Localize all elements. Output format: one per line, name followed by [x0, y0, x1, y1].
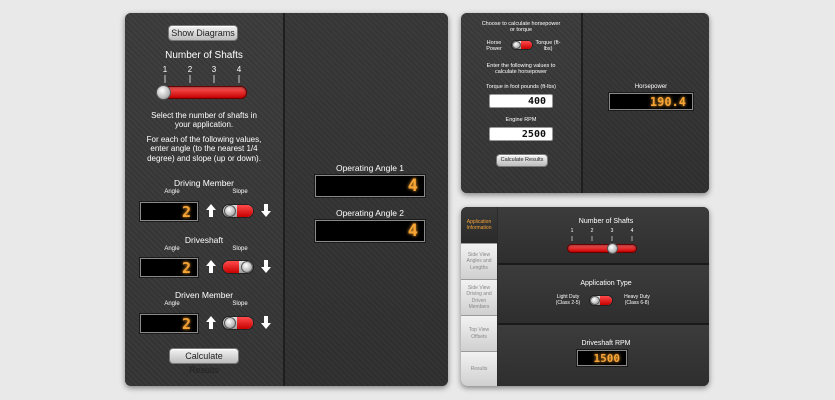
engine-rpm-label: Engine RPM: [505, 117, 537, 123]
toggle-fill: [237, 317, 253, 329]
torque-input[interactable]: 400: [489, 94, 553, 108]
show-diagrams-label: Show Diagrams: [171, 28, 235, 38]
tab-results[interactable]: Results: [461, 352, 497, 386]
shaft-tick-4: 4: [236, 65, 242, 74]
hp-torque-toggle[interactable]: [511, 40, 533, 50]
horse-power-option-label: Horse Power: [486, 40, 502, 53]
driveshaft-slope-label: Slope: [232, 246, 248, 252]
operating-angle-1-display: 4: [315, 175, 425, 197]
enter-values-text: Enter the following values to calculate …: [486, 63, 556, 76]
driven-member-title: Driven Member: [174, 290, 234, 300]
slope-up-arrow-icon[interactable]: [206, 316, 216, 329]
hp-calculate-label: Calculate Results: [500, 157, 544, 163]
tab-shafts-title: Number of Shafts: [578, 218, 634, 225]
driveshaft-title: Driveshaft: [184, 235, 224, 245]
slope-up-arrow-icon[interactable]: [206, 204, 216, 217]
main-calculator-panel: Show Diagrams Number of Shafts 1 2 3 4 S…: [125, 13, 448, 386]
tab-application-information[interactable]: Application Information: [461, 207, 497, 244]
toggle-fill: [521, 41, 532, 49]
shaft-tick-marks: [164, 75, 240, 83]
horsepower-result-label: Horsepower: [634, 84, 668, 90]
application-type-title: Application Type: [580, 280, 632, 287]
torque-option-label: Torque (ft-lbs): [535, 40, 561, 53]
driven-member-slope-label: Slope: [232, 301, 248, 307]
driveshaft-rpm-title: Driveshaft RPM: [581, 340, 631, 347]
driveshaft-rpm-display[interactable]: 1500: [577, 350, 627, 366]
number-of-shafts-title: Number of Shafts: [165, 50, 243, 61]
engine-rpm-input[interactable]: 2500: [489, 127, 553, 141]
shaft-tick-2: 2: [187, 65, 193, 74]
tab-shaft-tick-1: 1: [570, 228, 574, 234]
shafts-slider-knob[interactable]: [156, 85, 171, 100]
horsepower-calculator-panel: Choose to calculate horsepower or torque…: [461, 13, 709, 193]
slope-up-arrow-icon[interactable]: [206, 260, 216, 273]
tab-shaft-tick-2: 2: [590, 228, 594, 234]
choose-calc-text: Choose to calculate horsepower or torque: [481, 21, 561, 34]
driven-member-angle-display[interactable]: 2: [140, 314, 198, 333]
toggle-knob: [512, 41, 521, 49]
shaft-tick-1: 1: [162, 65, 168, 74]
application-tabbed-panel: Application Information Side View Angles…: [461, 207, 709, 386]
tab-shafts-slider[interactable]: [567, 244, 637, 253]
toggle-fill: [223, 261, 239, 273]
show-diagrams-button[interactable]: Show Diagrams: [168, 25, 238, 41]
driven-member-angle-label: Angle: [164, 301, 180, 307]
driving-member-slope-toggle[interactable]: [222, 204, 254, 218]
tab-top-view-offsets[interactable]: Top View Offsets: [461, 316, 497, 352]
driving-member-slope-label: Slope: [232, 189, 248, 195]
hp-calculate-button[interactable]: Calculate Results: [496, 154, 548, 167]
application-type-toggle[interactable]: [589, 295, 613, 306]
tab-shaft-tick-4: 4: [630, 228, 634, 234]
operating-angle-1-label: Operating Angle 1: [335, 163, 405, 173]
tab-side-view-angles[interactable]: Side View Angles and Lengths: [461, 244, 497, 280]
toggle-fill: [237, 205, 253, 217]
operating-angle-2-display: 4: [315, 220, 425, 242]
calculate-results-label: Calculate Results: [185, 351, 223, 375]
angle-slope-instruction: For each of the following values, enter …: [146, 135, 262, 163]
slope-down-arrow-icon[interactable]: [261, 260, 271, 273]
tab-shaft-tick-marks: [571, 236, 633, 241]
tab-shaft-tick-3: 3: [610, 228, 614, 234]
driving-member-angle-display[interactable]: 2: [140, 202, 198, 221]
driven-member-slope-toggle[interactable]: [222, 316, 254, 330]
light-duty-label: Light Duty (Class 2-5): [555, 294, 581, 306]
tab-shafts-slider-knob[interactable]: [607, 243, 618, 254]
driveshaft-angle-label: Angle: [164, 246, 180, 252]
toggle-knob: [241, 261, 253, 273]
toggle-knob: [590, 296, 600, 305]
toggle-knob: [224, 317, 236, 329]
slope-down-arrow-icon[interactable]: [261, 204, 271, 217]
toggle-knob: [224, 205, 236, 217]
results-pane: [285, 13, 448, 386]
select-shafts-instruction: Select the number of shafts in your appl…: [151, 111, 257, 130]
slope-down-arrow-icon[interactable]: [261, 316, 271, 329]
horsepower-result-display: 190.4: [609, 93, 693, 110]
toggle-fill: [600, 296, 612, 305]
tab-side-view-members[interactable]: Side View Driving and Driven Members: [461, 280, 497, 316]
driveshaft-angle-display[interactable]: 2: [140, 258, 198, 277]
driveshaft-slope-toggle[interactable]: [222, 260, 254, 274]
driving-member-title: Driving Member: [174, 178, 234, 188]
shaft-tick-3: 3: [211, 65, 217, 74]
operating-angle-2-label: Operating Angle 2: [335, 208, 405, 218]
calculate-results-button[interactable]: Calculate Results: [169, 348, 239, 375]
heavy-duty-label: Heavy Duty (Class 6-8): [624, 294, 650, 306]
driving-member-angle-label: Angle: [164, 189, 180, 195]
torque-input-label: Torque in foot pounds (ft-lbs): [485, 84, 556, 90]
